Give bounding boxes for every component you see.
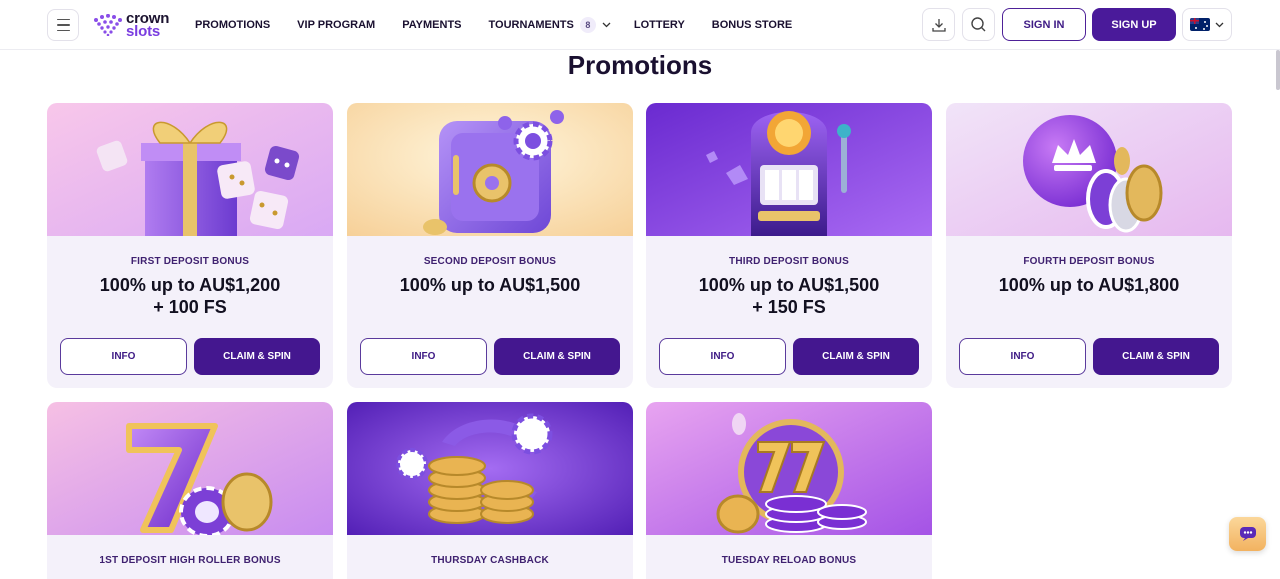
promo-image-crown-chip	[946, 103, 1232, 236]
chevron-down-icon	[602, 22, 611, 28]
info-button[interactable]: INFO	[360, 338, 487, 375]
download-icon	[931, 18, 946, 32]
search-button[interactable]	[962, 8, 995, 41]
page-title: Promotions	[567, 50, 713, 80]
nav-vip-program[interactable]: VIP PROGRAM	[297, 19, 375, 31]
tournaments-count-badge: 8	[579, 17, 596, 33]
nav-payments[interactable]: PAYMENTS	[402, 19, 461, 31]
promo-amount-line1: 100% up to AU$1,800	[998, 275, 1180, 295]
claim-spin-button[interactable]: CLAIM & SPIN	[194, 338, 320, 375]
promo-image-coins	[347, 402, 633, 535]
promo-label: TUESDAY RELOAD BONUS	[721, 555, 857, 566]
promo-image-lucky-seven	[47, 402, 333, 535]
promo-card-first-deposit: FIRST DEPOSIT BONUS 100% up to AU$1,200 …	[47, 103, 333, 388]
nav-tournaments-label: TOURNAMENTS	[488, 19, 574, 31]
logo-text-slots: slots	[126, 23, 161, 40]
promo-amount-line2: + 100 FS	[153, 297, 227, 317]
info-button[interactable]: INFO	[60, 338, 187, 375]
promo-label: THURSDAY CASHBACK	[431, 555, 549, 566]
promo-amount: 100% up to AU$1,500	[357, 274, 623, 296]
promo-amount-line2: + 150 FS	[752, 297, 826, 317]
promo-label: 1ST DEPOSIT HIGH ROLLER BONUS	[99, 555, 281, 566]
promo-amount: 100% up to AU$1,500 + 150 FS	[656, 274, 922, 318]
chevron-down-icon	[1215, 22, 1224, 27]
crownslots-logo[interactable]: crown slots	[93, 10, 177, 40]
sign-up-button[interactable]: SIGN UP	[1092, 8, 1176, 41]
info-button[interactable]: INFO	[659, 338, 786, 375]
promo-label: SECOND DEPOSIT BONUS	[423, 256, 557, 267]
promo-image-safe	[347, 103, 633, 236]
nav-lottery[interactable]: LOTTERY	[634, 19, 685, 31]
promo-card-tuesday-reload: TUESDAY RELOAD BONUS	[646, 402, 932, 579]
promo-amount: 100% up to AU$1,200 + 100 FS	[57, 274, 323, 318]
promo-card-fourth-deposit: FOURTH DEPOSIT BONUS 100% up to AU$1,800…	[946, 103, 1232, 388]
site-header: crown slots PROMOTIONS VIP PROGRAM PAYME…	[0, 0, 1280, 50]
promo-label: FOURTH DEPOSIT BONUS	[1023, 256, 1155, 267]
nav-bonus-store[interactable]: BONUS STORE	[712, 19, 792, 31]
info-button[interactable]: INFO	[959, 338, 1086, 375]
promo-label: FIRST DEPOSIT BONUS	[130, 256, 250, 267]
crown-icon	[94, 14, 122, 36]
language-selector[interactable]	[1182, 8, 1232, 41]
sign-in-button[interactable]: SIGN IN	[1002, 8, 1086, 41]
promo-image-sevens-chips	[646, 402, 932, 535]
search-icon	[971, 17, 986, 32]
australia-flag-icon	[1190, 18, 1210, 31]
live-chat-button[interactable]	[1229, 517, 1266, 551]
chat-icon	[1239, 527, 1256, 541]
promo-image-gift-box	[47, 103, 333, 236]
promo-label: THIRD DEPOSIT BONUS	[729, 256, 849, 267]
claim-spin-button[interactable]: CLAIM & SPIN	[494, 338, 620, 375]
main-navigation: PROMOTIONS VIP PROGRAM PAYMENTS TOURNAME…	[195, 0, 792, 50]
hamburger-menu-icon[interactable]	[47, 9, 79, 41]
promo-amount-line1: 100% up to AU$1,500	[698, 275, 880, 295]
download-button[interactable]	[922, 8, 955, 41]
claim-spin-button[interactable]: CLAIM & SPIN	[793, 338, 919, 375]
promo-amount-line1: 100% up to AU$1,500	[399, 275, 581, 295]
nav-promotions[interactable]: PROMOTIONS	[195, 19, 270, 31]
promo-image-slot-machine	[646, 103, 932, 236]
promo-amount-line1: 100% up to AU$1,200	[99, 275, 281, 295]
promo-card-high-roller: 1ST DEPOSIT HIGH ROLLER BONUS	[47, 402, 333, 579]
promo-card-thursday-cashback: THURSDAY CASHBACK	[347, 402, 633, 579]
promo-card-second-deposit: SECOND DEPOSIT BONUS 100% up to AU$1,500…	[347, 103, 633, 388]
promo-card-third-deposit: THIRD DEPOSIT BONUS 100% up to AU$1,500 …	[646, 103, 932, 388]
nav-tournaments[interactable]: TOURNAMENTS 8	[489, 17, 611, 33]
claim-spin-button[interactable]: CLAIM & SPIN	[1093, 338, 1219, 375]
promo-amount: 100% up to AU$1,800	[956, 274, 1222, 296]
